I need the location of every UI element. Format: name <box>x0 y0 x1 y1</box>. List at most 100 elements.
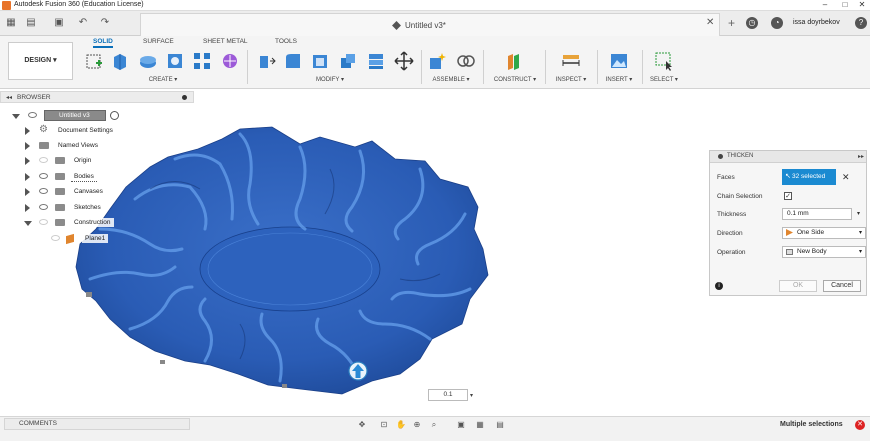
expand-arrow-icon[interactable] <box>25 127 30 135</box>
hole-icon[interactable] <box>165 51 185 71</box>
browser-item-bodies[interactable]: Bodies <box>0 171 194 183</box>
close-tab-icon[interactable]: ✕ <box>706 17 714 28</box>
browser-header[interactable]: ◂◂ BROWSER <box>0 91 194 103</box>
shell-icon[interactable] <box>310 51 330 71</box>
offset-plane-icon[interactable] <box>504 51 524 71</box>
comments-panel[interactable]: COMMENTS <box>4 418 190 430</box>
thickness-dropdown-icon[interactable]: ▾ <box>857 210 860 217</box>
document-tab[interactable]: Untitled v3* <box>140 13 720 36</box>
new-tab-icon[interactable]: + <box>725 17 738 30</box>
press-pull-icon[interactable] <box>256 51 276 71</box>
zoom-icon[interactable]: ⊕ <box>411 420 423 430</box>
measure-icon[interactable] <box>561 51 581 71</box>
look-at-icon[interactable]: ⊡ <box>378 420 390 430</box>
info-icon[interactable]: i <box>715 282 723 290</box>
visibility-eye-icon[interactable] <box>51 235 60 241</box>
move-copy-icon[interactable] <box>394 51 414 71</box>
offset-face-icon[interactable] <box>366 51 386 71</box>
visibility-eye-icon[interactable] <box>39 173 48 179</box>
combine-icon[interactable] <box>338 51 358 71</box>
tab-sheet-metal[interactable]: SHEET METAL <box>203 38 248 45</box>
visibility-eye-icon[interactable] <box>39 204 48 210</box>
expand-arrow-icon[interactable] <box>25 188 30 196</box>
dish-center-face[interactable] <box>199 226 381 312</box>
joint-icon[interactable] <box>456 51 476 71</box>
construct-menu[interactable]: CONSTRUCT ▾ <box>490 76 540 83</box>
display-settings-icon[interactable]: ▣ <box>455 420 467 430</box>
workspace-switcher[interactable]: DESIGN ▾ <box>8 42 73 80</box>
pan-icon[interactable]: ✋ <box>395 420 407 430</box>
browser-item-canvases[interactable]: Canvases <box>0 186 194 198</box>
tab-surface[interactable]: SURFACE <box>143 38 174 45</box>
browser-item-construction[interactable]: Construction <box>0 217 194 229</box>
browser-item-origin[interactable]: Origin <box>0 155 194 167</box>
direction-select[interactable]: One Side ▾ <box>782 227 866 239</box>
minimize-button[interactable]: – <box>815 0 835 11</box>
visibility-eye-icon[interactable] <box>39 157 48 163</box>
orbit-icon[interactable]: ✥ <box>356 420 368 430</box>
create-form-icon[interactable] <box>220 51 240 71</box>
data-panel-grid-icon[interactable]: ▦ <box>4 17 18 29</box>
browser-item-sketches[interactable]: Sketches <box>0 202 194 214</box>
notifications-icon[interactable]: ◔ <box>771 17 783 29</box>
grid-settings-icon[interactable]: ▦ <box>474 420 486 430</box>
visibility-eye-icon[interactable] <box>28 112 37 118</box>
clear-selection-icon[interactable]: ✕ <box>842 172 850 183</box>
thickness-manipulator-dropdown-icon[interactable]: ▾ <box>470 392 473 399</box>
browser-item-plane1[interactable]: Plane1 <box>0 233 194 245</box>
expand-dialog-icon[interactable]: ▸▸ <box>858 153 864 160</box>
job-status-icon[interactable]: ◷ <box>746 17 758 29</box>
fit-icon[interactable]: ⌕ <box>428 420 440 430</box>
file-menu-icon[interactable]: ▤ <box>24 17 38 29</box>
thickness-manipulator-input[interactable]: 0.1 <box>428 389 468 401</box>
redo-icon[interactable]: ↷ <box>98 17 112 29</box>
expand-arrow-icon[interactable] <box>25 142 30 150</box>
help-icon[interactable]: ? <box>855 17 867 29</box>
activate-component-icon[interactable] <box>110 111 119 120</box>
thickness-input[interactable]: 0.1 mm <box>782 208 852 220</box>
insert-image-icon[interactable] <box>609 51 629 71</box>
save-icon[interactable]: ▣ <box>52 17 66 29</box>
extrude-icon[interactable] <box>110 51 130 71</box>
error-icon[interactable]: ✕ <box>855 420 865 430</box>
thicken-header[interactable]: THICKEN ▸▸ <box>710 151 866 163</box>
browser-item-document-settings[interactable]: ⚙ Document Settings <box>0 125 194 137</box>
collapse-arrow-icon[interactable] <box>12 114 20 119</box>
create-menu[interactable]: CREATE ▾ <box>143 76 183 83</box>
select-menu[interactable]: SELECT ▾ <box>646 76 682 83</box>
faces-selection-button[interactable]: ↖ 32 selected <box>782 169 836 185</box>
tab-tools[interactable]: TOOLS <box>275 38 297 45</box>
close-window-button[interactable]: ✕ <box>852 0 870 11</box>
operation-select[interactable]: New Body ▾ <box>782 246 866 258</box>
insert-menu[interactable]: INSERT ▾ <box>603 76 635 83</box>
create-sketch-icon[interactable] <box>84 51 104 71</box>
inspect-menu[interactable]: INSPECT ▾ <box>553 76 589 83</box>
browser-options-icon[interactable] <box>182 95 187 100</box>
dialog-options-icon[interactable] <box>718 154 723 159</box>
chain-selection-checkbox[interactable]: ✓ <box>784 192 792 200</box>
collapse-arrow-icon[interactable] <box>24 221 32 226</box>
undo-icon[interactable]: ↶ <box>76 17 90 29</box>
ok-button[interactable]: OK <box>779 280 817 292</box>
cancel-button[interactable]: Cancel <box>823 280 861 292</box>
viewports-icon[interactable]: ▤ <box>494 420 506 430</box>
select-window-icon[interactable] <box>654 51 674 71</box>
new-component-icon[interactable] <box>428 51 448 71</box>
visibility-eye-icon[interactable] <box>39 188 48 194</box>
pattern-icon[interactable] <box>192 51 212 71</box>
expand-arrow-icon[interactable] <box>25 173 30 181</box>
assemble-menu[interactable]: ASSEMBLE ▾ <box>428 76 474 83</box>
browser-item-root[interactable]: Untitled v3 <box>0 110 194 122</box>
expand-arrow-icon[interactable] <box>25 204 30 212</box>
expand-arrow-icon[interactable] <box>25 157 30 165</box>
visibility-eye-icon[interactable] <box>39 219 48 225</box>
collapse-browser-icon[interactable]: ◂◂ <box>6 94 12 101</box>
modify-menu[interactable]: MODIFY ▾ <box>310 76 350 83</box>
thickness-drag-arrow-icon[interactable] <box>348 361 368 381</box>
revolve-icon[interactable] <box>138 51 158 71</box>
toolbar-ribbon: DESIGN ▾ SOLID SURFACE SHEET METAL TOOLS… <box>0 36 870 89</box>
tab-solid[interactable]: SOLID <box>93 38 113 48</box>
user-name[interactable]: issa doyrbekov <box>793 19 840 26</box>
browser-item-named-views[interactable]: Named Views <box>0 140 194 152</box>
fillet-icon[interactable] <box>283 51 303 71</box>
